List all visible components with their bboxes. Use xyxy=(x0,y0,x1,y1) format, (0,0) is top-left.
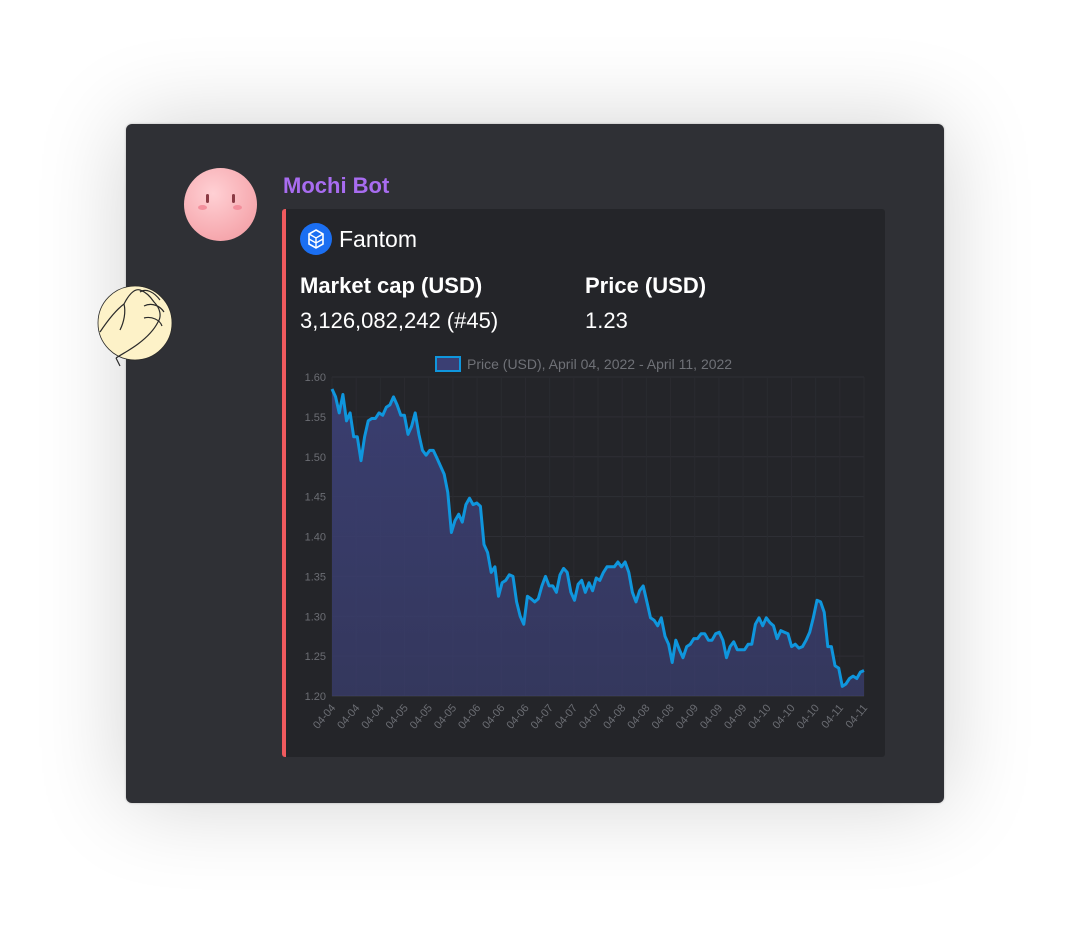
coin-embed: Fantom Market cap (USD) 3,126,082,242 (#… xyxy=(282,209,885,757)
field-name: Price (USD) xyxy=(585,273,707,298)
x-tick-label: 04-09 xyxy=(722,702,749,731)
field-value: 1.23 xyxy=(585,308,628,333)
coin-name: Fantom xyxy=(339,225,417,252)
price-field: Price (USD) 1.23 xyxy=(585,273,706,334)
y-tick-label: 1.60 xyxy=(305,372,326,384)
avatar-cheek xyxy=(198,205,207,210)
avatar-eye xyxy=(206,194,209,203)
embed-author: Fantom xyxy=(300,223,417,255)
x-tick-label: 04-04 xyxy=(311,702,338,731)
x-tick-label: 04-08 xyxy=(625,702,652,731)
x-tick-label: 04-08 xyxy=(650,702,677,731)
waving-hand-icon xyxy=(97,285,173,367)
x-tick-label: 04-11 xyxy=(844,702,871,731)
y-tick-label: 1.55 xyxy=(305,412,326,424)
field-value: 3,126,082,242 (#45) xyxy=(300,308,499,333)
y-axis-ticks: 1.60 1.55 1.50 1.45 1.40 1.35 1.30 1.25 1.20 xyxy=(305,372,326,703)
x-tick-label: 04-04 xyxy=(335,702,362,731)
y-tick-label: 1.35 xyxy=(305,571,326,583)
x-tick-label: 04-09 xyxy=(674,702,701,731)
x-tick-label: 04-06 xyxy=(480,702,507,731)
x-tick-label: 04-06 xyxy=(456,702,483,731)
y-tick-label: 1.25 xyxy=(305,651,326,663)
x-tick-label: 04-05 xyxy=(408,702,435,731)
x-tick-label: 04-04 xyxy=(359,702,386,731)
avatar-eye xyxy=(232,194,235,203)
x-tick-label: 04-07 xyxy=(553,702,580,731)
x-tick-label: 04-11 xyxy=(819,702,846,731)
market-cap-field: Market cap (USD) 3,126,082,242 (#45) xyxy=(300,273,498,334)
field-name: Market cap (USD) xyxy=(300,273,483,298)
price-chart[interactable]: 1.60 1.55 1.50 1.45 1.40 1.35 1.30 1.25 1.20 04-… xyxy=(286,349,885,749)
y-tick-label: 1.45 xyxy=(305,492,326,504)
x-tick-label: 04-05 xyxy=(432,702,459,731)
legend-label[interactable]: Price (USD), April 04, 2022 - April 11, … xyxy=(467,356,732,372)
x-tick-label: 04-10 xyxy=(795,702,822,731)
x-tick-label: 04-08 xyxy=(601,702,628,731)
x-tick-label: 04-07 xyxy=(529,702,556,731)
x-tick-label: 04-05 xyxy=(384,702,411,731)
y-tick-label: 1.50 xyxy=(305,452,326,464)
fantom-logo-icon xyxy=(300,223,332,255)
legend-swatch[interactable] xyxy=(435,356,461,372)
x-tick-label: 04-09 xyxy=(698,702,725,731)
y-tick-label: 1.30 xyxy=(305,611,326,623)
bot-name[interactable]: Mochi Bot xyxy=(283,173,389,199)
x-tick-label: 04-07 xyxy=(577,702,604,731)
x-axis-ticks: 04-0404-0404-0404-0504-0504-0504-0604-06… xyxy=(311,702,870,731)
y-tick-label: 1.20 xyxy=(305,691,326,703)
avatar-cheek xyxy=(233,205,242,210)
x-tick-label: 04-10 xyxy=(746,702,773,731)
bot-avatar[interactable] xyxy=(184,168,257,241)
x-tick-label: 04-10 xyxy=(770,702,797,731)
y-tick-label: 1.40 xyxy=(305,532,326,544)
x-tick-label: 04-06 xyxy=(504,702,531,731)
